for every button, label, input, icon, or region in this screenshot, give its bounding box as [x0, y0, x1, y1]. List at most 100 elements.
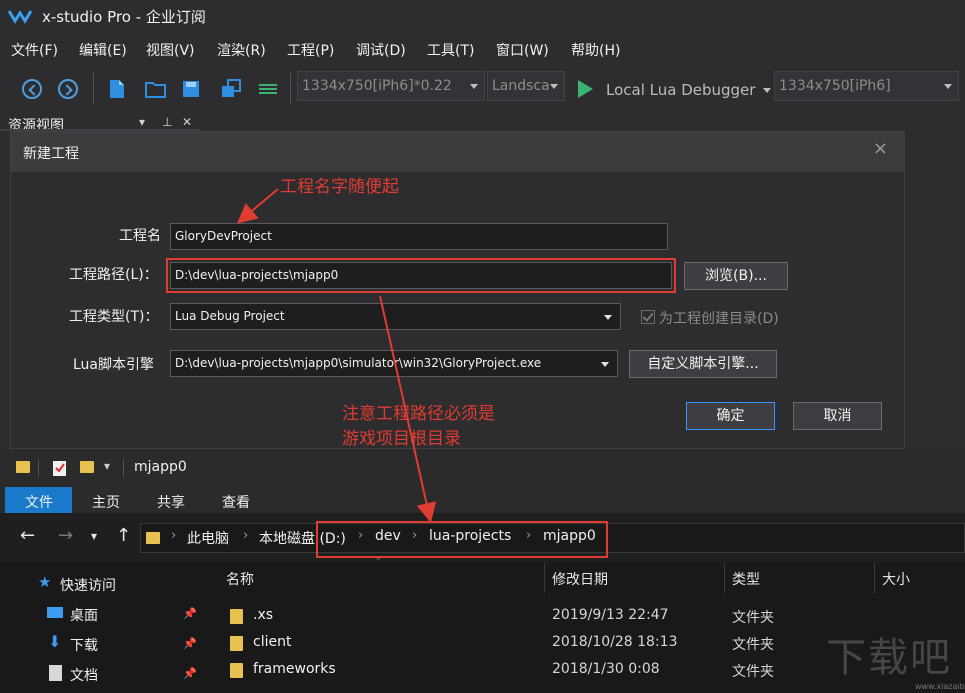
breadcrumb-chevron-icon: ›	[171, 528, 176, 543]
menu-project[interactable]: 工程(P)	[287, 40, 334, 60]
pin-icon[interactable]: 📌	[183, 637, 197, 650]
column-header-date[interactable]: 修改日期	[552, 569, 608, 589]
panel-menu-icon[interactable]: ▾	[139, 115, 145, 129]
play-icon[interactable]	[578, 80, 593, 98]
nav-label: 快速访问	[60, 575, 116, 595]
file-name: .xs	[253, 607, 273, 623]
nav-label: 文档	[70, 665, 98, 685]
watermark-url: www.xiazaiba.com	[915, 682, 965, 691]
column-separator[interactable]	[544, 563, 545, 593]
device-select[interactable]: 1334x750[iPh6]	[774, 71, 959, 101]
save-all-icon[interactable]	[220, 79, 242, 99]
back-arrow-icon[interactable]: ←	[20, 525, 35, 546]
save-icon[interactable]	[182, 79, 200, 99]
new-file-icon[interactable]	[108, 79, 126, 99]
title-bar: x-studio Pro - 企业订阅	[0, 0, 965, 33]
nav-item-quick-access[interactable]: ★ 快速访问	[0, 569, 202, 597]
nav-item-desktop[interactable]: 桌面 📌	[0, 599, 202, 627]
pin-icon[interactable]: ⊥	[162, 115, 172, 129]
chevron-down-icon	[470, 84, 478, 89]
close-icon[interactable]: ×	[873, 138, 888, 159]
nav-item-documents[interactable]: 文档 📌	[0, 659, 202, 687]
resolution-select[interactable]: 1334x750[iPh6]*0.22	[297, 71, 485, 101]
column-header-name[interactable]: 名称	[226, 569, 254, 589]
explorer-title-bar: ▾ mjapp0	[0, 449, 965, 487]
create-directory-checkbox[interactable]	[641, 310, 655, 324]
lua-engine-select[interactable]: D:\dev\lua-projects\mjapp0\simulator\win…	[170, 350, 618, 377]
app-logo-icon	[8, 8, 32, 24]
chevron-down-icon[interactable]	[763, 88, 771, 93]
menu-help[interactable]: 帮助(H)	[571, 40, 620, 60]
window-title: x-studio Pro - 企业订阅	[42, 6, 206, 27]
chevron-down-icon	[604, 315, 612, 320]
project-name-input[interactable]: GloryDevProject	[170, 223, 668, 250]
forward-arrow-icon[interactable]: →	[58, 525, 73, 546]
new-folder-icon[interactable]	[80, 461, 94, 473]
explorer-title: mjapp0	[134, 459, 187, 475]
ribbon-tab-file[interactable]: 文件	[25, 492, 53, 512]
pin-icon[interactable]: 📌	[183, 667, 197, 680]
menu-debug[interactable]: 调试(D)	[356, 40, 406, 60]
lua-engine-label: Lua脚本引擎	[73, 354, 154, 374]
project-name-label: 工程名	[119, 225, 161, 245]
cancel-button[interactable]: 取消	[793, 402, 882, 430]
up-arrow-icon[interactable]: ↑	[116, 525, 131, 546]
breadcrumb-chevron-icon: ›	[243, 528, 248, 543]
menu-tools[interactable]: 工具(T)	[427, 40, 474, 60]
ribbon-tab-home[interactable]: 主页	[92, 492, 120, 512]
dialog-title: 新建工程	[23, 143, 79, 163]
file-type: 文件夹	[732, 634, 774, 654]
column-separator[interactable]	[724, 563, 725, 593]
title-separator	[123, 459, 124, 477]
menu-edit[interactable]: 编辑(E)	[79, 40, 127, 60]
column-separator[interactable]	[874, 563, 875, 593]
column-header-type[interactable]: 类型	[732, 569, 760, 589]
file-name: frameworks	[253, 661, 336, 677]
explorer-ribbon: 文件 主页 共享 查看	[0, 487, 965, 513]
menu-window[interactable]: 窗口(W)	[496, 40, 549, 60]
close-icon[interactable]: ✕	[182, 115, 192, 129]
properties-icon[interactable]	[52, 459, 68, 477]
star-icon: ★	[38, 573, 51, 591]
toolbar-separator	[93, 73, 94, 105]
folder-icon	[146, 532, 160, 544]
orientation-select[interactable]: Landsca	[487, 71, 565, 101]
nav-item-downloads[interactable]: ⬇ 下载 📌	[0, 629, 202, 657]
open-folder-icon[interactable]	[145, 79, 167, 99]
menu-bar: 文件(F) 编辑(E) 视图(V) 渲染(R) 工程(P) 调试(D) 工具(T…	[0, 33, 965, 65]
toolbar-separator	[290, 73, 291, 105]
ribbon-tab-share[interactable]: 共享	[157, 492, 185, 512]
document-icon	[49, 665, 62, 681]
ok-button[interactable]: 确定	[686, 402, 775, 430]
list-icon[interactable]	[258, 79, 278, 99]
breadcrumb-this-pc[interactable]: 此电脑	[187, 528, 229, 548]
project-type-label: 工程类型(T)：	[69, 306, 158, 326]
project-type-select[interactable]: Lua Debug Project	[170, 303, 621, 330]
back-icon[interactable]	[22, 79, 42, 99]
menu-view[interactable]: 视图(V)	[146, 40, 195, 60]
annotation-highlight-path-field	[166, 258, 676, 293]
browse-button[interactable]: 浏览(B)...	[684, 262, 788, 290]
pin-icon[interactable]: 📌	[183, 607, 197, 620]
file-name: client	[253, 634, 291, 650]
resource-view-panel-header: 资源视图 ▾ ⊥ ✕	[0, 111, 200, 131]
toolbar: 1334x750[iPh6]*0.22 Landsca Local Lua De…	[0, 65, 965, 111]
chevron-down-icon	[550, 84, 558, 89]
folder-icon	[230, 663, 243, 678]
recent-locations-icon[interactable]: ▾	[91, 529, 97, 543]
folder-icon	[16, 461, 30, 473]
menu-render[interactable]: 渲染(R)	[217, 40, 266, 60]
ribbon-tab-view[interactable]: 查看	[222, 492, 250, 512]
custom-engine-button[interactable]: 自定义脚本引擎...	[629, 350, 777, 378]
nav-label: 桌面	[70, 605, 98, 625]
desktop-icon	[47, 607, 63, 618]
debugger-select-label[interactable]: Local Lua Debugger	[606, 81, 755, 99]
menu-file[interactable]: 文件(F)	[11, 40, 58, 60]
chevron-down-icon	[601, 362, 609, 367]
annotation-highlight-breadcrumb	[316, 521, 608, 558]
column-header-size[interactable]: 大小	[882, 569, 910, 589]
quick-access-dropdown-icon[interactable]: ▾	[104, 459, 110, 473]
title-separator	[38, 459, 39, 477]
sort-ascending-icon: ˄	[376, 557, 381, 568]
forward-icon[interactable]	[58, 79, 78, 99]
